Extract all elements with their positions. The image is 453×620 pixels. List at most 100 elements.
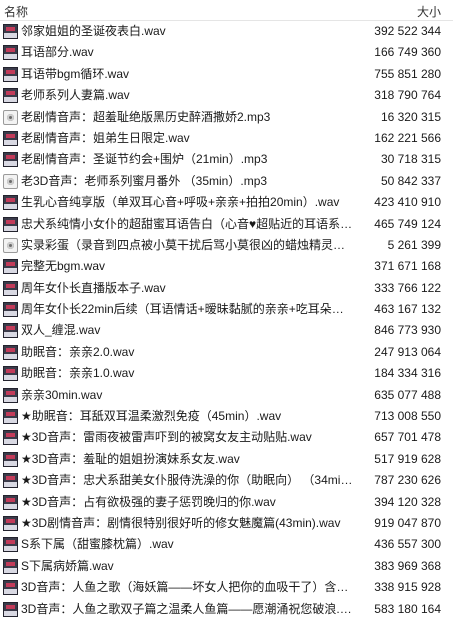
wav-file-icon	[3, 473, 18, 489]
file-row[interactable]: 3D音声：人鱼之歌（海妖篇——坏女人把你的血吸干了）含bgm.wav 338 91…	[0, 577, 453, 598]
file-size: 436 557 300	[374, 537, 441, 552]
file-name: 老剧情音声：姐弟生日限定.wav	[21, 130, 190, 145]
file-name: 亲亲30min.wav	[21, 387, 103, 402]
wav-file-icon	[3, 259, 18, 275]
file-size: 713 008 550	[374, 409, 441, 424]
file-row[interactable]: ★3D剧情音声：剧情很特别很好听的修女魅魔篇(43min).wav 919 047…	[0, 513, 453, 534]
file-size: 919 047 870	[374, 515, 441, 530]
file-name: ★助眠音：耳舐双耳温柔激烈免疫（45min）.wav	[21, 409, 282, 424]
file-row[interactable]: 耳语部分.wav 166 749 360	[0, 42, 453, 63]
wav-file-icon	[3, 580, 18, 596]
file-name: 老3D音声：老师系列蜜月番外 （35min）.mp3	[21, 173, 268, 188]
file-name: ★3D音声：忠犬系甜美女仆服侍洗澡的你（助眠向） （34min）.wav	[21, 473, 355, 488]
file-row[interactable]: 助眠音：亲亲2.0.wav 247 913 064	[0, 342, 453, 363]
file-name: ★3D音声：雷雨夜被雷声吓到的被窝女友主动贴贴.wav	[21, 430, 312, 445]
file-size: 162 221 566	[374, 130, 441, 145]
file-name: 邻家姐姐的圣诞夜表白.wav	[21, 24, 166, 38]
file-name: 老剧情音声：超羞耻绝版黑历史醉酒撒娇2.mp3	[21, 109, 271, 124]
file-row[interactable]: ★3D音声：忠犬系甜美女仆服侍洗澡的你（助眠向） （34min）.wav 787 …	[0, 470, 453, 491]
file-name: 老师系列人妻篇.wav	[21, 88, 130, 103]
file-size: 5 261 399	[387, 237, 441, 252]
file-name: 忠犬系纯情小女仆的超甜蜜耳语告白（心音♥超贴近的耳语系列）.wav	[21, 216, 355, 231]
file-row[interactable]: 老剧情音声：超羞耻绝版黑历史醉酒撒娇2.mp3 16 320 315	[0, 107, 453, 128]
file-row[interactable]: 完整无bgm.wav 371 671 168	[0, 256, 453, 277]
file-row[interactable]: S下属病娇篇.wav 383 969 368	[0, 556, 453, 577]
wav-file-icon	[3, 387, 18, 403]
file-name: S下属病娇篇.wav	[21, 558, 114, 573]
file-name: 完整无bgm.wav	[21, 259, 106, 274]
file-size: 383 969 368	[374, 558, 441, 573]
wav-file-icon	[3, 45, 18, 61]
wav-file-icon	[3, 24, 18, 39]
file-size: 583 180 164	[374, 601, 441, 616]
wav-file-icon	[3, 195, 18, 211]
wav-file-icon	[3, 409, 18, 425]
file-row[interactable]: 耳语带bgm循环.wav 755 851 280	[0, 64, 453, 85]
file-size: 333 766 122	[374, 280, 441, 295]
name-column-header[interactable]: 名称	[4, 3, 28, 20]
wav-file-icon	[3, 152, 18, 168]
size-column-header[interactable]: 大小	[417, 3, 441, 20]
file-row[interactable]: 生乳心音纯享版（单双耳心音+呼吸+亲亲+拍拍20min）.wav 423 410 …	[0, 192, 453, 213]
wav-file-icon	[3, 537, 18, 553]
file-size: 657 701 478	[374, 430, 441, 445]
file-size: 394 120 328	[374, 494, 441, 509]
file-row[interactable]: 老剧情音声：姐弟生日限定.wav 162 221 566	[0, 128, 453, 149]
file-row[interactable]: 3D音声：人鱼之歌双子篇之温柔人鱼篇——愿潮涌祝您破浪.wav 583 180 1…	[0, 599, 453, 620]
file-row[interactable]: 助眠音：亲亲1.0.wav 184 334 316	[0, 363, 453, 384]
file-name: 助眠音：亲亲2.0.wav	[21, 344, 135, 359]
file-size: 423 410 910	[374, 195, 441, 210]
mp3-file-icon	[3, 109, 18, 125]
file-name: 耳语部分.wav	[21, 45, 94, 60]
file-size: 371 671 168	[374, 259, 441, 274]
file-size: 755 851 280	[374, 66, 441, 81]
wav-file-icon	[3, 280, 18, 296]
file-size: 465 749 124	[374, 216, 441, 231]
mp3-file-icon	[3, 237, 18, 253]
file-row[interactable]: 老3D音声：老师系列蜜月番外 （35min）.mp3 50 842 337	[0, 171, 453, 192]
file-row[interactable]: 老剧情音声：圣诞节约会+围炉（21min）.mp3 30 718 315	[0, 149, 453, 170]
mp3-file-icon	[3, 173, 18, 189]
wav-file-icon	[3, 451, 18, 467]
file-row[interactable]: ★3D音声：羞耻的姐姐扮演妹系女友.wav 517 919 628	[0, 449, 453, 470]
file-name: S系下属（甜蜜膝枕篇）.wav	[21, 537, 174, 552]
file-size: 787 230 626	[374, 473, 441, 488]
wav-file-icon	[3, 494, 18, 510]
file-name: 老剧情音声：圣诞节约会+围炉（21min）.mp3	[21, 152, 268, 167]
file-row[interactable]: 老师系列人妻篇.wav 318 790 764	[0, 85, 453, 106]
file-row[interactable]: ★3D音声：雷雨夜被雷声吓到的被窝女友主动贴贴.wav 657 701 478	[0, 427, 453, 448]
file-row[interactable]: 周年女仆长直播版本子.wav 333 766 122	[0, 278, 453, 299]
wav-file-icon	[3, 323, 18, 339]
file-size: 247 913 064	[374, 344, 441, 359]
file-name: ★3D剧情音声：剧情很特别很好听的修女魅魔篇(43min).wav	[21, 515, 341, 530]
file-row[interactable]: 双人_缠混.wav 846 773 930	[0, 320, 453, 341]
file-name: 周年女仆长直播版本子.wav	[21, 280, 166, 295]
wav-file-icon	[3, 601, 18, 617]
file-size: 846 773 930	[374, 323, 441, 338]
file-size: 166 749 360	[374, 45, 441, 60]
file-size: 184 334 316	[374, 366, 441, 381]
wav-file-icon	[3, 344, 18, 360]
file-row[interactable]: 亲亲30min.wav 635 077 488	[0, 385, 453, 406]
wav-file-icon	[3, 366, 18, 382]
file-row[interactable]: 邻家姐姐的圣诞夜表白.wav 392 522 344	[0, 21, 453, 42]
file-name: 助眠音：亲亲1.0.wav	[21, 366, 135, 381]
file-row[interactable]: 实录彩蛋（录音到四点被小莫干扰后骂小莫很凶的蜡烛精灵）.mp3 5 261 399	[0, 235, 453, 256]
wav-file-icon	[3, 302, 18, 318]
file-name: 双人_缠混.wav	[21, 323, 101, 338]
file-row[interactable]: ★3D音声：占有欲极强的妻子惩罚晚归的你.wav 394 120 328	[0, 492, 453, 513]
file-row[interactable]: ★助眠音：耳舐双耳温柔激烈免疫（45min）.wav 713 008 550	[0, 406, 453, 427]
file-size: 392 522 344	[374, 24, 441, 38]
wav-file-icon	[3, 515, 18, 531]
wav-file-icon	[3, 430, 18, 446]
file-name: 3D音声：人鱼之歌双子篇之温柔人鱼篇——愿潮涌祝您破浪.wav	[21, 601, 355, 616]
column-header: 名称 大小	[0, 0, 453, 21]
file-size: 517 919 628	[374, 451, 441, 466]
file-size: 338 915 928	[374, 580, 441, 595]
file-row[interactable]: 周年女仆长22min后续（耳语情话+暧昧黏腻的亲亲+吃耳朵）.wav 463 16…	[0, 299, 453, 320]
file-size: 318 790 764	[374, 88, 441, 103]
file-row[interactable]: S系下属（甜蜜膝枕篇）.wav 436 557 300	[0, 534, 453, 555]
file-row[interactable]: 忠犬系纯情小女仆的超甜蜜耳语告白（心音♥超贴近的耳语系列）.wav 465 749…	[0, 214, 453, 235]
wav-file-icon	[3, 130, 18, 146]
file-size: 463 167 132	[374, 302, 441, 317]
